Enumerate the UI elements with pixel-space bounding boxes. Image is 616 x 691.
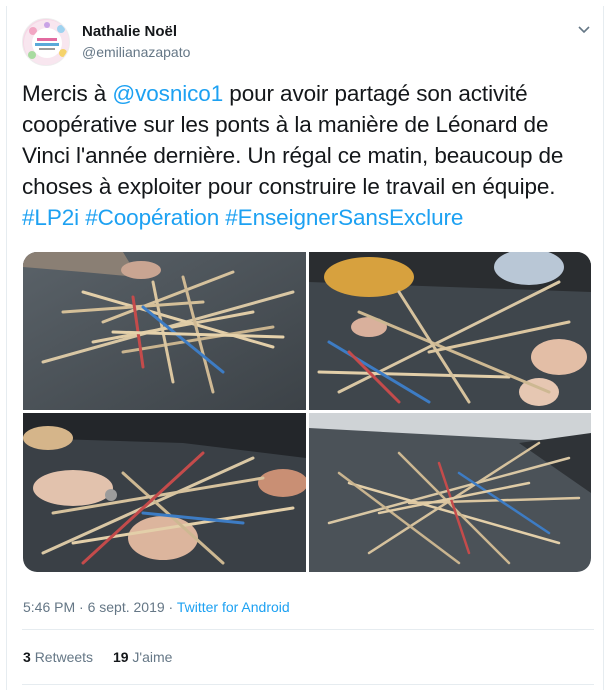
hashtag-link-lp2i[interactable]: #LP2i [22, 205, 79, 230]
meta-separator-1: · [75, 599, 88, 615]
likes-count: 19 [112, 649, 129, 665]
divider [22, 629, 594, 630]
tweet-header: Nathalie Noël @emilianazapato [22, 18, 594, 68]
tweet-text-start: Mercis à [22, 81, 113, 106]
likes-stat[interactable]: 19 J'aime [113, 647, 173, 667]
tweet-stats: 3 Retweets 19 J'aime [23, 647, 188, 667]
photo-3[interactable] [23, 413, 306, 572]
tweet-text: Mercis à @vosnico1 pour avoir partagé so… [22, 78, 582, 233]
avatar-logo-icon [24, 20, 69, 65]
tweet-date[interactable]: 6 sept. 2019 [88, 599, 165, 615]
photo-4[interactable] [309, 413, 591, 572]
hashtag-link-enseignersansexclure[interactable]: #EnseignerSansExclure [225, 205, 463, 230]
likes-label: J'aime [132, 649, 173, 665]
tweet-source-link[interactable]: Twitter for Android [177, 599, 290, 615]
retweets-stat[interactable]: 3 Retweets [23, 647, 93, 667]
mention-link[interactable]: @vosnico1 [112, 81, 223, 106]
retweets-label: Retweets [34, 649, 94, 665]
meta-separator-2: · [164, 599, 177, 615]
author-names: Nathalie Noël @emilianazapato [82, 22, 190, 62]
photo-2[interactable] [309, 252, 591, 410]
user-handle[interactable]: @emilianazapato [82, 42, 190, 62]
retweets-count: 3 [23, 649, 31, 665]
hashtag-link-cooperation[interactable]: #Coopération [85, 205, 219, 230]
chevron-down-icon[interactable] [574, 24, 594, 40]
display-name[interactable]: Nathalie Noël [82, 22, 190, 42]
divider [22, 684, 594, 685]
photo-1[interactable] [23, 252, 306, 410]
tweet-time[interactable]: 5:46 PM [23, 599, 75, 615]
avatar[interactable] [22, 18, 70, 66]
tweet-meta: 5:46 PM · 6 sept. 2019 · Twitter for And… [23, 597, 290, 617]
media-grid [23, 252, 591, 572]
